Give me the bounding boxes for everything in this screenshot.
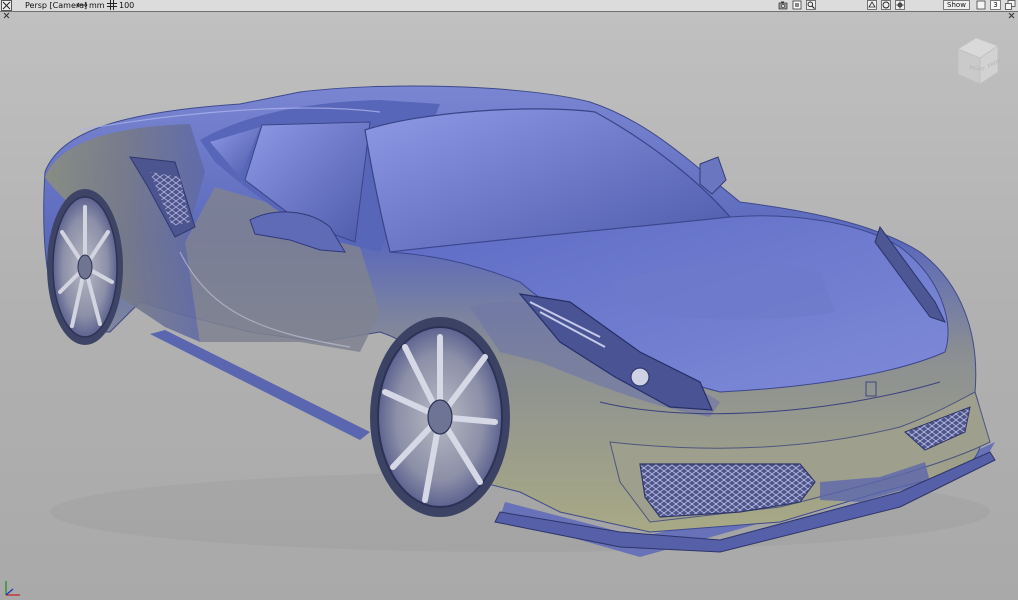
center-icon[interactable] [895, 0, 905, 10]
units-label[interactable]: mm [89, 0, 105, 11]
show-button[interactable]: Show [943, 0, 970, 10]
grid-icon [107, 0, 117, 10]
camera-icon[interactable] [778, 0, 788, 10]
units-arrows-icon [76, 2, 88, 8]
view-count-field[interactable]: 3 [990, 0, 1001, 10]
car-model[interactable] [0, 12, 1018, 600]
3d-viewport[interactable]: RIGHT FRONT [0, 12, 1018, 600]
close-icon[interactable] [1, 0, 12, 11]
maximize-icon[interactable] [1005, 0, 1016, 10]
axis-indicator-icon [5, 581, 20, 596]
display-mode-icon[interactable] [867, 0, 877, 10]
box-icon[interactable] [976, 0, 986, 10]
grid-size-value[interactable]: 100 [119, 0, 134, 11]
zoom-icon[interactable] [806, 0, 816, 10]
viewport-toolbar: Persp [Camera] mm 100 Show 3 [0, 0, 1018, 12]
shade-icon[interactable] [881, 0, 891, 10]
screen-icon[interactable] [792, 0, 802, 10]
